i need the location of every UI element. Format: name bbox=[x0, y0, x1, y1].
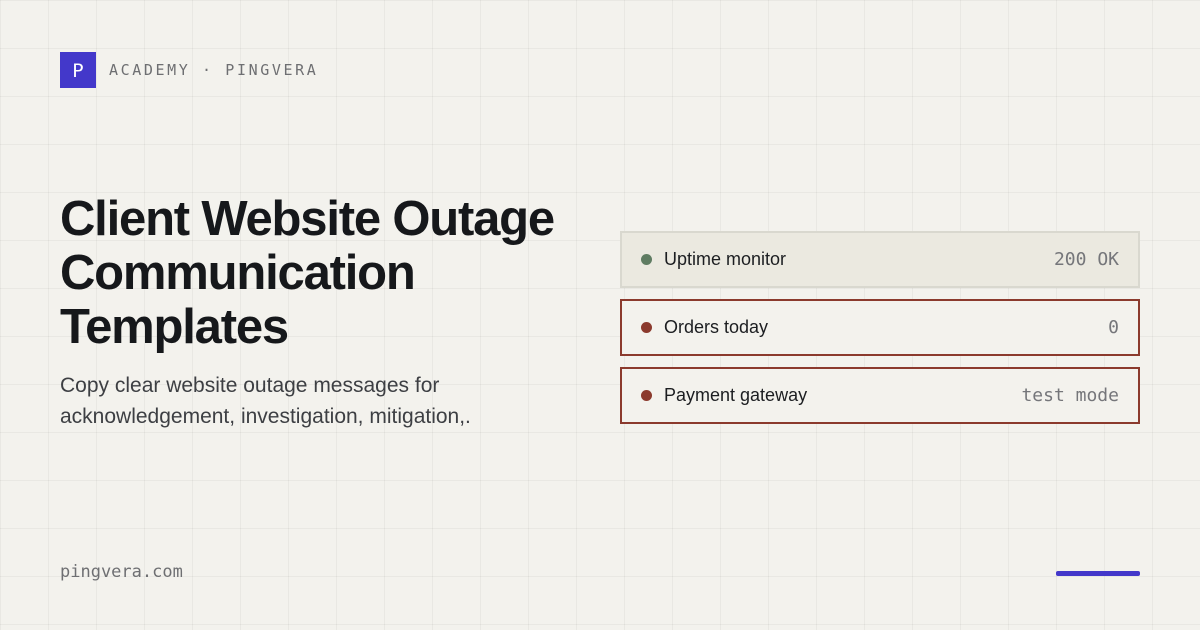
brand-label: ACADEMY · PINGVERA bbox=[109, 61, 319, 79]
status-dot-icon bbox=[641, 390, 652, 401]
brand-header: P ACADEMY · PINGVERA bbox=[60, 52, 318, 88]
status-card-value: 0 bbox=[1108, 317, 1119, 338]
page-subtitle: Copy clear website outage messages for a… bbox=[60, 374, 471, 428]
status-dot-icon bbox=[641, 322, 652, 333]
page-title: Client Website Outage Communication Temp… bbox=[60, 192, 555, 354]
status-card-list: Uptime monitor 200 OK Orders today 0 Pay… bbox=[620, 231, 1140, 435]
footer-url: pingvera.com bbox=[60, 562, 183, 582]
logo-icon: P bbox=[60, 52, 96, 88]
status-card-value: 200 OK bbox=[1053, 249, 1119, 270]
accent-bar bbox=[1056, 571, 1140, 576]
status-card-label: Payment gateway bbox=[664, 385, 808, 405]
status-dot-icon bbox=[641, 254, 652, 265]
status-card-payment-gateway: Payment gateway test mode bbox=[620, 367, 1140, 424]
status-card-uptime-monitor: Uptime monitor 200 OK bbox=[620, 231, 1140, 288]
status-card-value: test mode bbox=[1021, 385, 1119, 406]
status-card-label: Orders today bbox=[664, 317, 769, 337]
status-card-orders-today: Orders today 0 bbox=[620, 299, 1140, 356]
status-card-label: Uptime monitor bbox=[664, 249, 787, 269]
